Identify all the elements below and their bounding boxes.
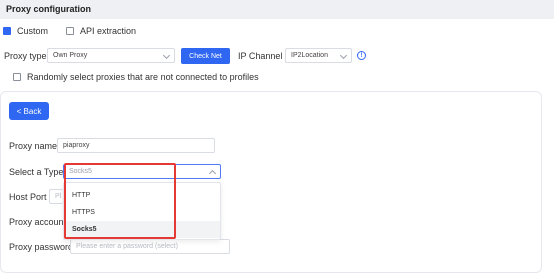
random-select-option[interactable]: Randomly select proxies that are not con… <box>13 72 259 82</box>
chevron-down-icon <box>339 51 348 60</box>
chevron-up-icon <box>208 169 217 178</box>
ip-channel-select[interactable]: IP2Location <box>285 48 352 63</box>
proxy-name-label: Proxy name <box>9 141 58 151</box>
host-port-placeholder: Pl <box>55 193 62 200</box>
api-extraction-label: API extraction <box>80 26 137 36</box>
random-select-label: Randomly select proxies that are not con… <box>27 72 259 82</box>
proxy-type-select[interactable]: Own Proxy <box>47 48 175 63</box>
section-title: Proxy configuration <box>6 4 92 14</box>
type-label: Select a Type <box>9 167 64 177</box>
type-option-socks5[interactable]: Socks5 <box>64 221 220 238</box>
proxy-type-label: Proxy type <box>4 51 47 61</box>
custom-checkbox[interactable] <box>3 27 11 35</box>
proxy-type-row: Proxy type Own Proxy Check Net IP Channe… <box>0 48 554 65</box>
proxy-config-header: Proxy configuration <box>0 0 554 19</box>
type-option-https[interactable]: HTTPS <box>64 204 220 221</box>
type-select-value: Socks5 <box>69 168 92 175</box>
host-port-label: Host Port <box>9 192 47 202</box>
proxy-account-label: Proxy account <box>9 217 67 227</box>
api-extraction-checkbox[interactable] <box>66 27 74 35</box>
proxy-name-input[interactable]: piaproxy <box>57 138 215 153</box>
back-button[interactable]: < Back <box>9 102 49 120</box>
api-extraction-option[interactable]: API extraction <box>66 26 136 36</box>
random-select-checkbox[interactable] <box>13 73 21 81</box>
custom-option[interactable]: Custom <box>3 26 48 36</box>
proxy-type-value: Own Proxy <box>53 52 88 59</box>
random-select-row: Randomly select proxies that are not con… <box>0 72 554 84</box>
proxy-name-value: piaproxy <box>63 142 90 149</box>
proxy-password-placeholder: Please enter a password (select) <box>76 243 178 250</box>
mode-options: Custom API extraction <box>0 26 554 38</box>
custom-label: Custom <box>17 26 49 36</box>
proxy-password-input[interactable]: Please enter a password (select) <box>70 239 230 254</box>
type-dropdown: HTTP HTTPS Socks5 <box>63 182 221 240</box>
check-net-button[interactable]: Check Net <box>181 48 230 64</box>
type-select[interactable]: Socks5 <box>63 164 221 179</box>
type-option-http[interactable]: HTTP <box>64 187 220 204</box>
ip-channel-value: IP2Location <box>291 52 328 59</box>
info-icon[interactable]: ! <box>357 51 366 60</box>
chevron-down-icon <box>162 51 171 60</box>
proxy-password-label: Proxy password <box>9 242 74 252</box>
ip-channel-label: IP Channel <box>238 51 283 61</box>
host-port-input[interactable]: Pl <box>49 189 63 204</box>
